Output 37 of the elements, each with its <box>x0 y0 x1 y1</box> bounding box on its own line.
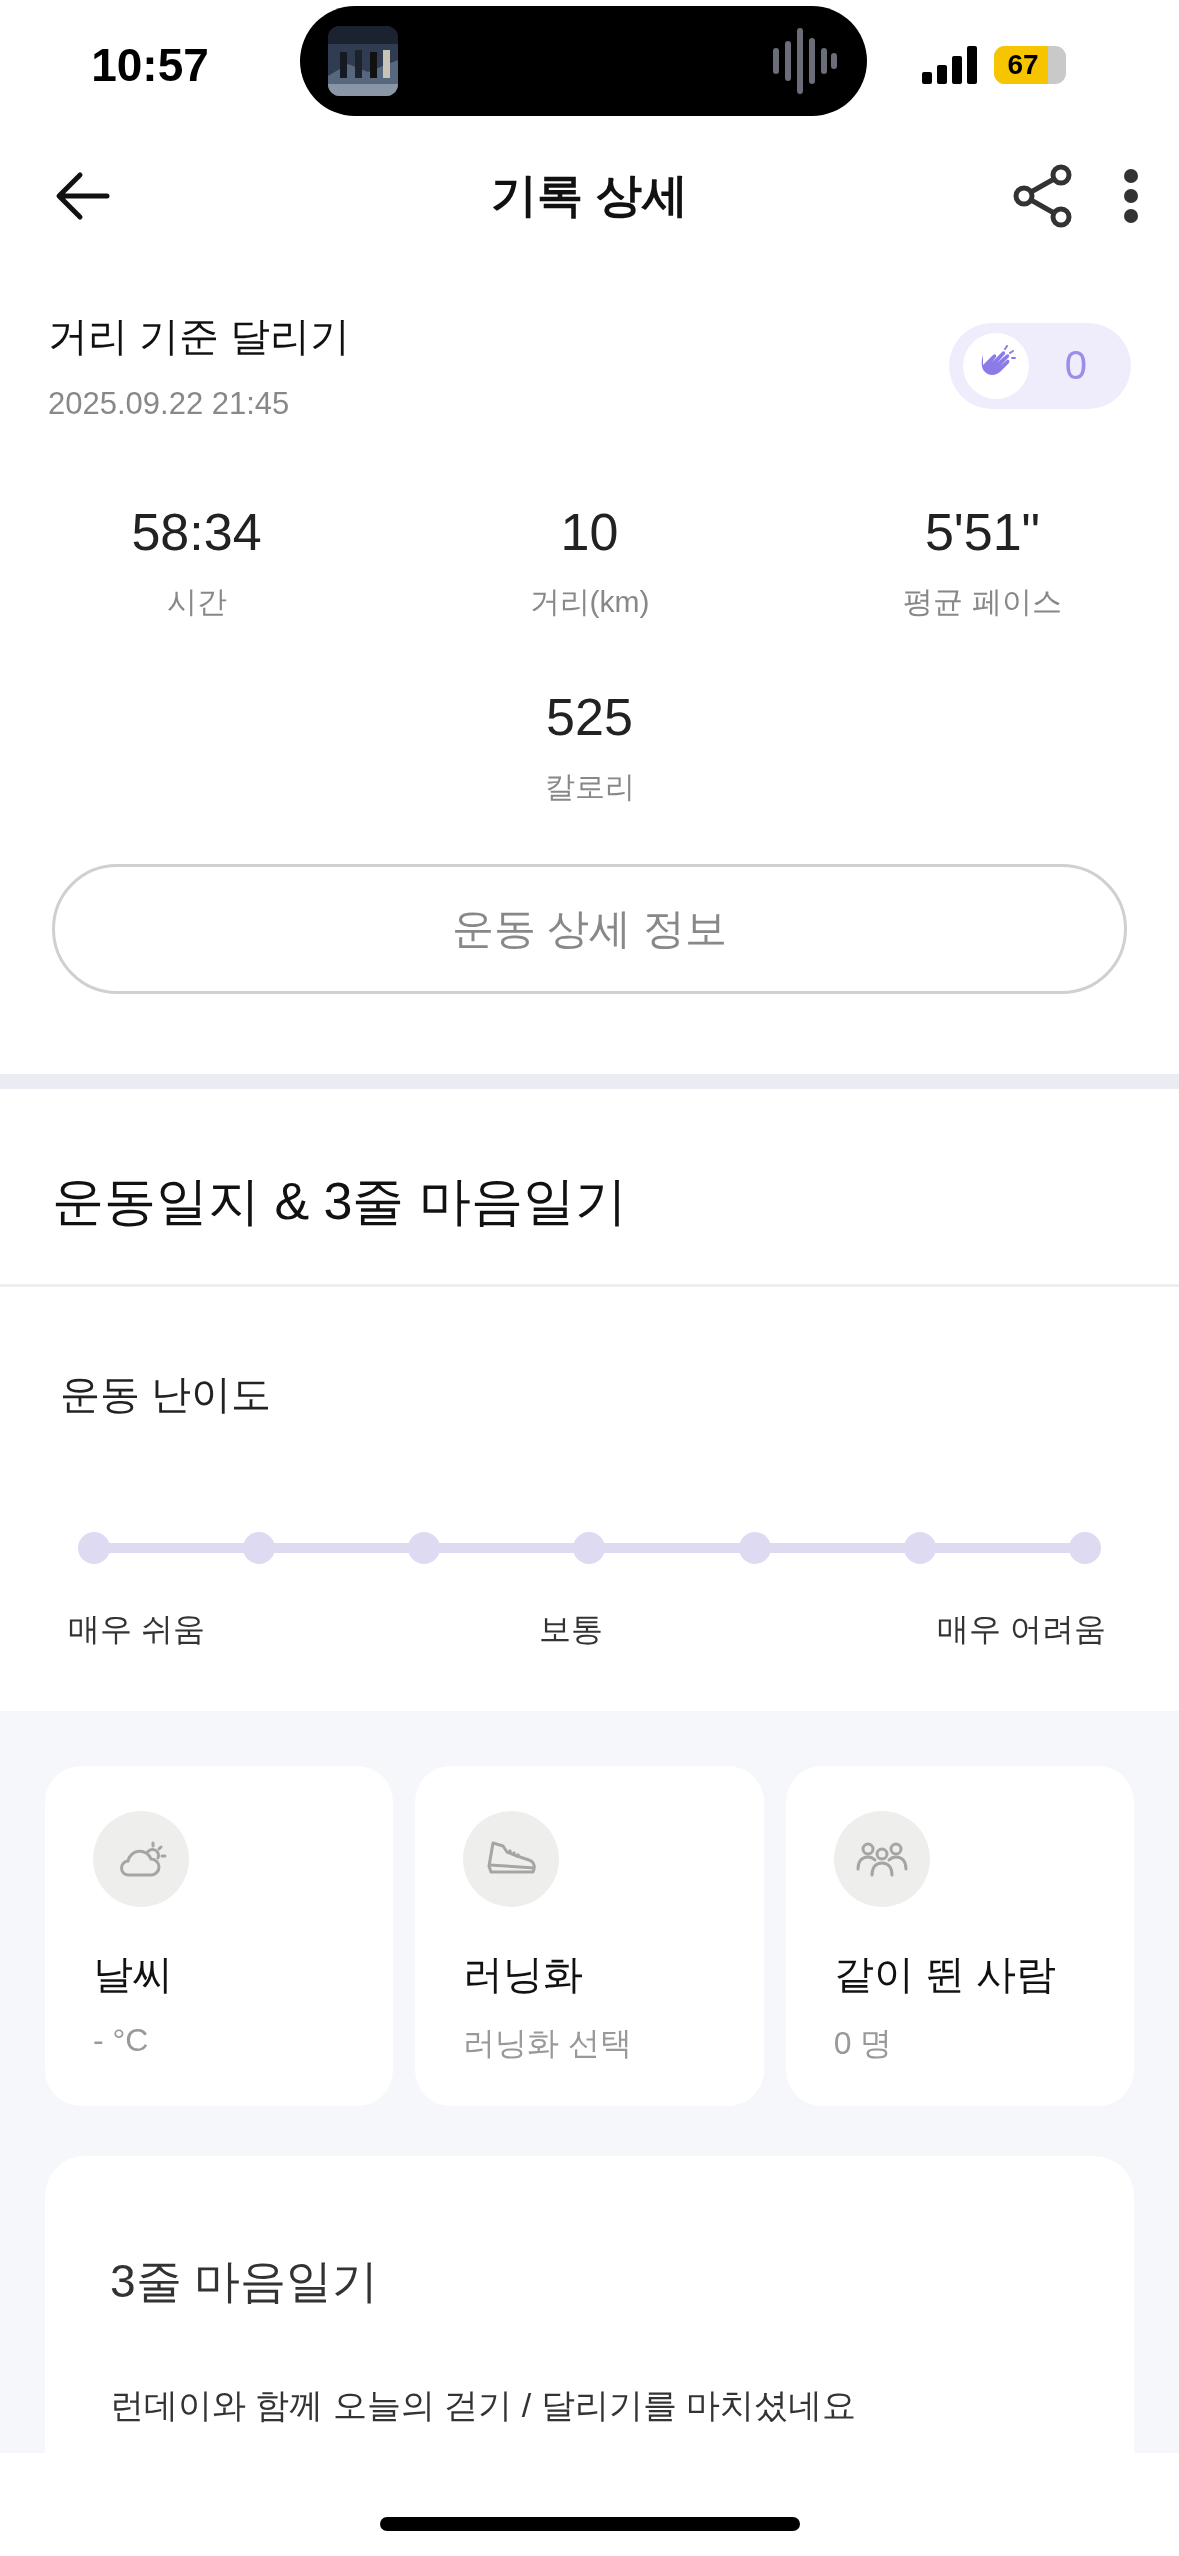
stat-label: 평균 페이스 <box>903 584 1062 621</box>
card-value: - °C <box>93 2022 150 2059</box>
card-value: 0 명 <box>833 2024 894 2063</box>
card-title: 러닝화 <box>463 1951 585 1998</box>
difficulty-label: 매우 쉬움 <box>68 1609 205 1649</box>
info-card[interactable]: 러닝화 러닝화 선택 <box>415 1766 764 2106</box>
difficulty-label: 보통 <box>539 1609 603 1649</box>
back-button[interactable] <box>55 171 111 222</box>
stat-label: 칼로리 <box>544 769 635 806</box>
difficulty-step[interactable] <box>1068 1531 1101 1564</box>
section-title: 운동일지 & 3줄 마음일기 <box>51 1170 628 1232</box>
stat-label: 시간 <box>166 584 227 621</box>
workout-date: 2025.09.22 21:45 <box>48 386 291 423</box>
card-title: 같이 뛴 사람 <box>833 1951 1057 1998</box>
page-title: 기록 상세 <box>491 168 688 224</box>
info-card[interactable]: 날씨 - °C <box>45 1766 394 2106</box>
stat-value: 10 <box>560 502 619 563</box>
stat-label: 거리(km) <box>529 584 650 621</box>
stat-value: 525 <box>546 687 633 748</box>
difficulty-label: 매우 어려움 <box>937 1609 1106 1649</box>
status-time: 10:57 <box>90 38 210 93</box>
share-button[interactable] <box>1013 164 1073 229</box>
difficulty-title: 운동 난이도 <box>59 1370 273 1418</box>
difficulty-step[interactable] <box>78 1531 110 1564</box>
stat-value: 5'51" <box>924 502 1041 563</box>
diary-title: 3줄 마음일기 <box>110 2254 380 2309</box>
signal-icon <box>922 46 978 85</box>
workout-detail-button[interactable]: 운동 상세 정보 <box>52 864 1127 995</box>
card-title: 날씨 <box>93 1951 174 1998</box>
more-button[interactable] <box>1123 168 1139 225</box>
diary-text: 런데이와 함께 오늘의 걷기 / 달리기를 마치셨네요 <box>110 2385 858 2426</box>
stat-value: 58:34 <box>131 502 262 563</box>
battery-percentage: 67 <box>994 46 1048 85</box>
card-value: 러닝화 선택 <box>463 2024 634 2063</box>
sound-wave-icon <box>771 26 837 97</box>
workout-title: 거리 기준 달리기 <box>48 313 351 361</box>
info-card[interactable]: 같이 뛴 사람 0 명 <box>785 1766 1134 2106</box>
